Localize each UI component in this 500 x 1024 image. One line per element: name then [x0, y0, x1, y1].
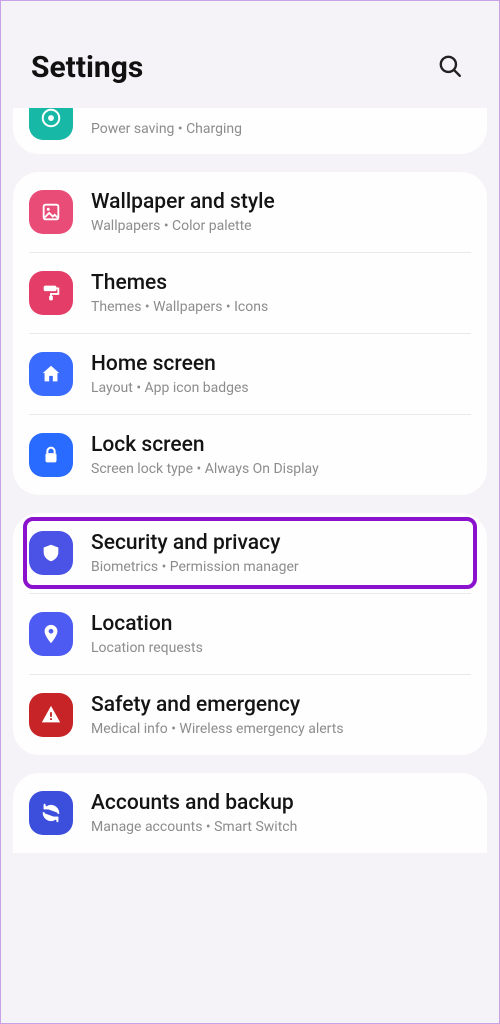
settings-item-location[interactable]: Location Location requests: [29, 593, 471, 674]
item-sub: Layout • App icon badges: [91, 380, 469, 396]
settings-item-themes[interactable]: Themes Themes • Wallpapers • Icons: [29, 252, 471, 333]
item-label: Accounts and backup: [91, 791, 469, 815]
settings-item-wallpaper[interactable]: Wallpaper and style Wallpapers • Color p…: [29, 172, 471, 252]
settings-group: Security and privacy Biometrics • Permis…: [13, 513, 487, 755]
item-sub: Wallpapers • Color palette: [91, 218, 469, 234]
settings-item-accounts[interactable]: Accounts and backup Manage accounts • Sm…: [29, 773, 471, 853]
settings-item-home-screen[interactable]: Home screen Layout • App icon badges: [29, 333, 471, 414]
item-label: Security and privacy: [91, 531, 469, 555]
paint-roller-icon: [29, 271, 73, 315]
item-sub: Screen lock type • Always On Display: [91, 461, 469, 477]
item-label: Wallpaper and style: [91, 190, 469, 214]
item-sub: Themes • Wallpapers • Icons: [91, 299, 469, 315]
image-icon: [29, 190, 73, 234]
item-label: Location: [91, 612, 469, 636]
page-title: Settings: [31, 50, 143, 85]
home-icon: [29, 352, 73, 396]
settings-item-battery[interactable]: Power saving • Charging: [29, 108, 471, 154]
settings-item-safety[interactable]: Safety and emergency Medical info • Wire…: [29, 674, 471, 755]
shield-icon: [29, 531, 73, 575]
search-icon: [437, 67, 463, 82]
item-label: Home screen: [91, 352, 469, 376]
lock-icon: [29, 433, 73, 477]
settings-group: Accounts and backup Manage accounts • Sm…: [13, 773, 487, 853]
sync-icon: [29, 791, 73, 835]
location-icon: [29, 612, 73, 656]
item-sub: Biometrics • Permission manager: [91, 559, 469, 575]
alert-icon: [29, 693, 73, 737]
settings-group: Power saving • Charging: [13, 108, 487, 154]
settings-item-security[interactable]: Security and privacy Biometrics • Permis…: [29, 513, 471, 593]
item-label: Safety and emergency: [91, 693, 469, 717]
item-label: Lock screen: [91, 433, 469, 457]
settings-group: Wallpaper and style Wallpapers • Color p…: [13, 172, 487, 495]
item-sub: Location requests: [91, 640, 469, 656]
item-sub: Manage accounts • Smart Switch: [91, 819, 469, 835]
item-label: Themes: [91, 271, 469, 295]
search-button[interactable]: [431, 47, 469, 88]
battery-icon: [29, 108, 73, 140]
item-sub: Medical info • Wireless emergency alerts: [91, 721, 469, 737]
settings-item-lock-screen[interactable]: Lock screen Screen lock type • Always On…: [29, 414, 471, 495]
item-sub: Power saving • Charging: [91, 121, 469, 137]
